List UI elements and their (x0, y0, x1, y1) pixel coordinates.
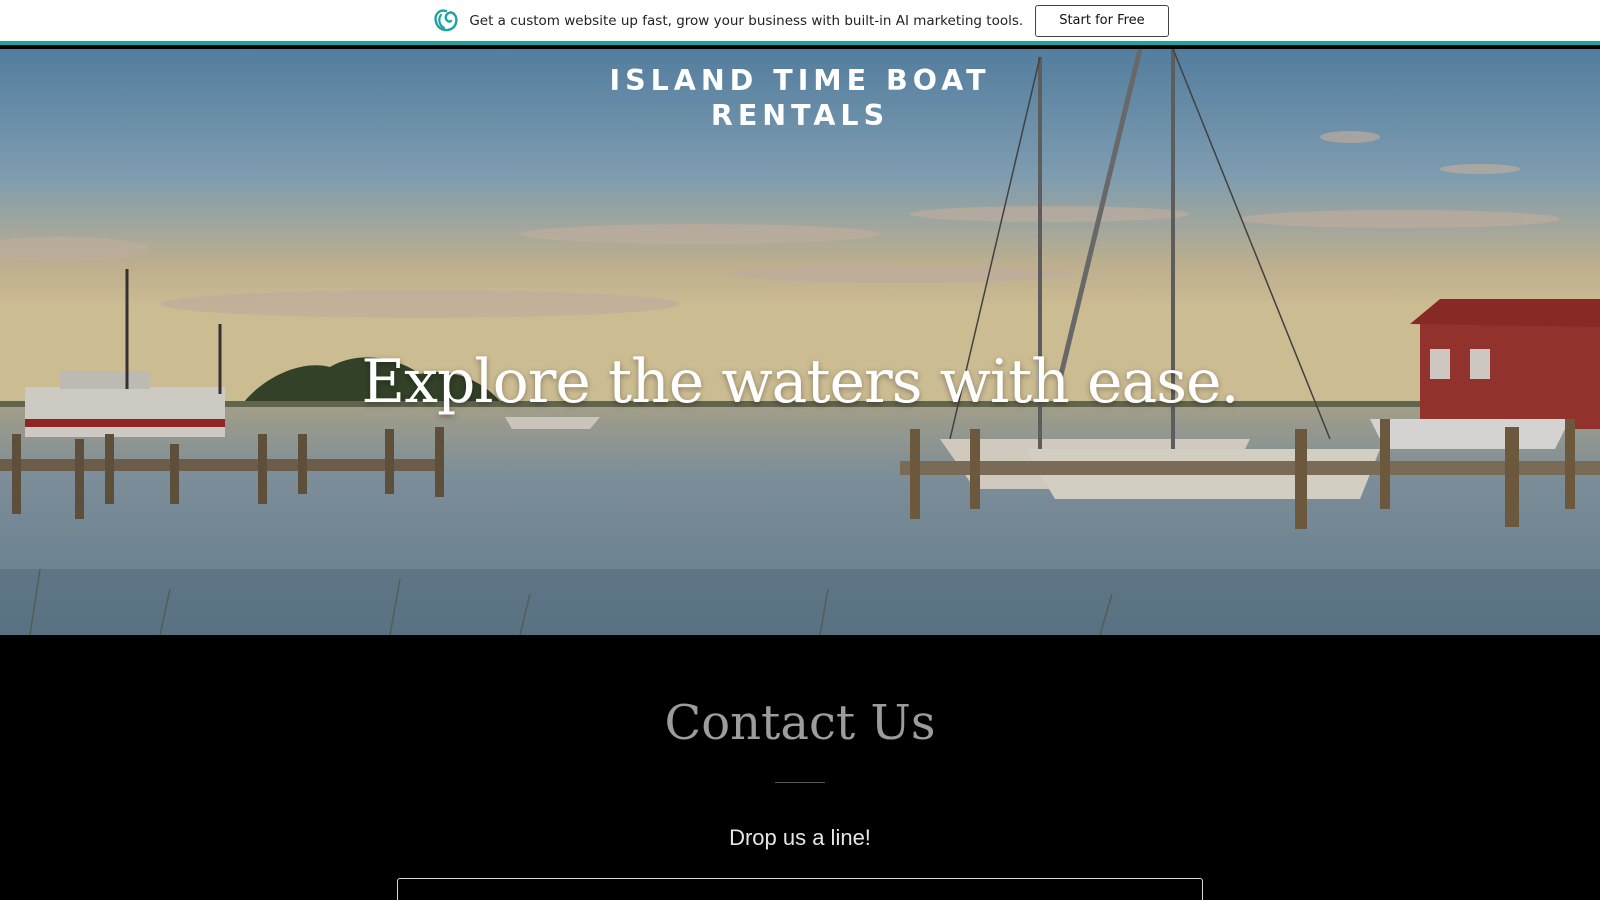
contact-subtitle: Drop us a line! (729, 825, 871, 850)
contact-section: Contact Us Drop us a line! (0, 635, 1600, 900)
start-for-free-button[interactable]: Start for Free (1035, 4, 1169, 37)
hero-section: ISLAND TIME BOAT RENTALS Explore the wat… (0, 49, 1600, 635)
promo-banner: Get a custom website up fast, grow your … (0, 0, 1600, 45)
site-title-line1: ISLAND TIME BOAT (609, 64, 991, 97)
section-divider (775, 782, 825, 783)
hero-headline: Explore the waters with ease. (361, 347, 1239, 417)
contact-name-field[interactable] (397, 878, 1203, 900)
contact-title: Contact Us (664, 695, 936, 751)
promo-text: Get a custom website up fast, grow your … (469, 12, 1024, 29)
site-title[interactable]: ISLAND TIME BOAT RENTALS (0, 63, 1600, 133)
site-title-line2: RENTALS (710, 99, 890, 132)
godaddy-logo-icon[interactable] (431, 6, 461, 36)
hero-overlay (0, 49, 1600, 635)
